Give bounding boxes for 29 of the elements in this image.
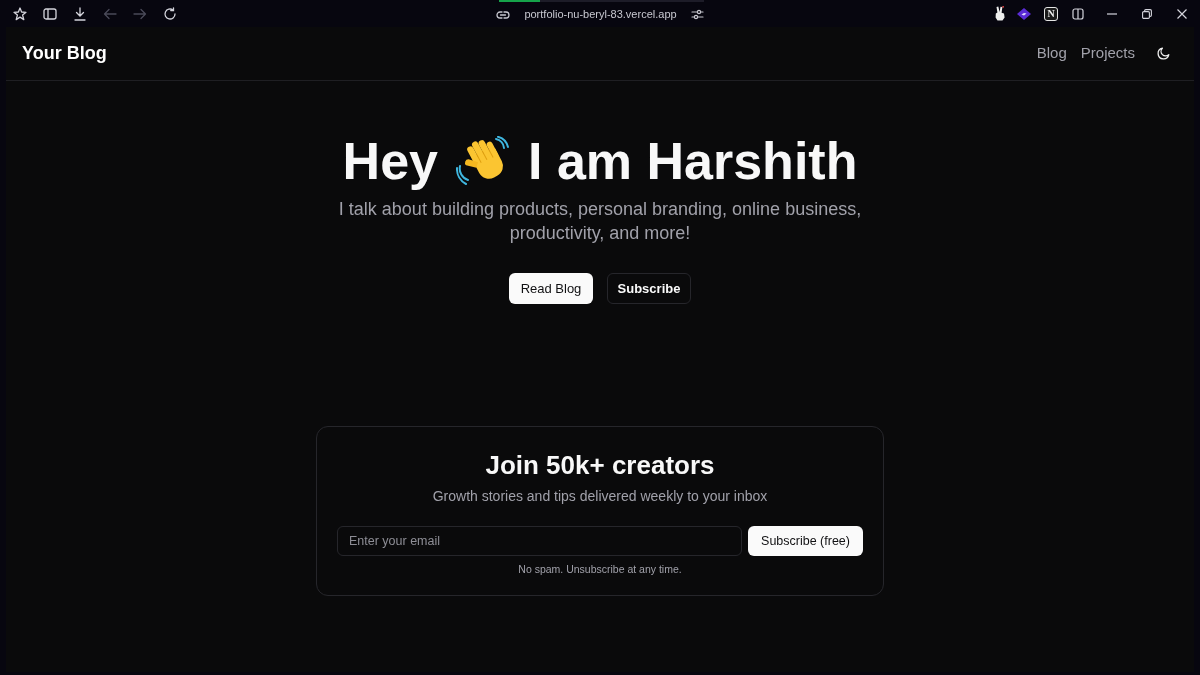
address-text[interactable]: portfolio-nu-beryl-83.vercel.app — [524, 6, 677, 23]
nav-link[interactable]: Blog — [1036, 42, 1067, 65]
subscribe-free-button[interactable]: Subscribe (free) — [748, 526, 863, 556]
star-icon[interactable] — [13, 6, 27, 21]
nav-link[interactable]: Projects — [1080, 42, 1135, 65]
reload-icon[interactable] — [163, 6, 177, 21]
minimize-icon[interactable] — [1107, 12, 1117, 15]
peace-hand-icon[interactable] — [994, 6, 1006, 21]
newsletter-note: No spam. Unsubscribe at any time. — [518, 562, 682, 576]
sidebar-icon[interactable] — [43, 6, 57, 21]
close-icon[interactable] — [1177, 8, 1187, 19]
moon-icon — [1156, 47, 1170, 60]
split-view-icon[interactable] — [1072, 7, 1084, 20]
subscribe-button[interactable]: Subscribe — [607, 273, 691, 304]
newsletter-subtitle: Growth stories and tips delivered weekly to your inbox — [432, 487, 768, 506]
site-brand[interactable]: Your Blog — [22, 40, 107, 67]
link-icon — [496, 10, 511, 19]
newsletter-title: Join 50k+ creators — [485, 449, 715, 481]
hero-greeting: Hey — [342, 131, 438, 191]
sliders-icon[interactable] — [690, 9, 704, 20]
diamond-icon[interactable] — [1017, 7, 1031, 20]
extension-tile[interactable]: N — [1044, 6, 1058, 21]
restore-icon[interactable] — [1142, 8, 1152, 19]
hero-subtitle: I talk about building products, personal branding, online business, productivity, and more! — [337, 198, 863, 245]
email-input[interactable]: Enter your email — [337, 526, 743, 556]
read-blog-button[interactable]: Read Blog — [509, 273, 593, 304]
download-icon[interactable] — [73, 6, 87, 21]
hero-name: I am Harshith — [528, 131, 858, 191]
waving-hand-icon — [456, 136, 510, 186]
